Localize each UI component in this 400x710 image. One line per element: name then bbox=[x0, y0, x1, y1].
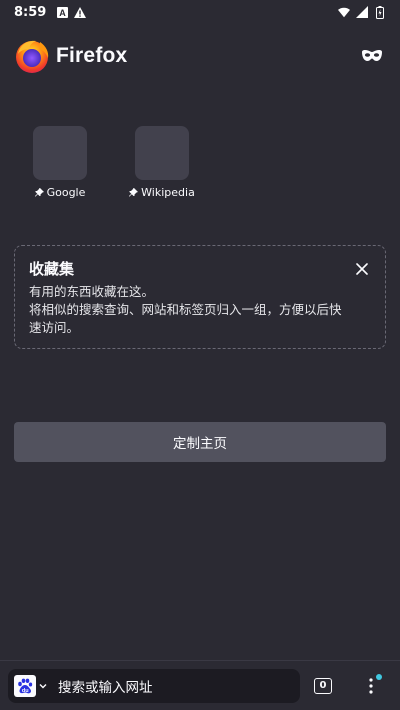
url-placeholder[interactable]: 搜索或输入网址 bbox=[58, 676, 153, 696]
svg-text:du: du bbox=[22, 687, 29, 693]
pin-icon bbox=[34, 188, 44, 197]
status-bar: 8:59 A bbox=[0, 0, 400, 24]
chevron-down-icon[interactable] bbox=[38, 681, 48, 691]
app-name: Firefox bbox=[56, 44, 128, 67]
customize-homepage-button[interactable]: 定制主页 bbox=[14, 422, 386, 462]
firefox-logo-icon bbox=[14, 38, 50, 74]
top-site-name: Google bbox=[46, 186, 86, 199]
bottom-toolbar: du 搜索或输入网址 0 bbox=[0, 660, 400, 710]
top-site-tile[interactable] bbox=[135, 126, 189, 180]
private-browsing-mask-icon bbox=[362, 50, 382, 61]
pin-icon bbox=[129, 188, 139, 197]
top-site-google[interactable]: Google bbox=[24, 126, 96, 199]
top-sites: Google Wikipedia bbox=[24, 126, 198, 199]
svg-text:A: A bbox=[59, 8, 66, 18]
collections-placeholder-card: 收藏集 有用的东西收藏在这。 将相似的搜索查询、网站和标签页归入一组，方便以后快… bbox=[14, 245, 386, 349]
signal-icon bbox=[356, 6, 368, 18]
top-site-wikipedia[interactable]: Wikipedia bbox=[126, 126, 198, 199]
battery-icon bbox=[374, 5, 386, 19]
top-site-label: Google bbox=[34, 186, 86, 199]
top-site-label: Wikipedia bbox=[129, 186, 195, 199]
collections-title: 收藏集 bbox=[29, 260, 75, 278]
status-time: 8:59 bbox=[14, 4, 47, 20]
home-header: Firefox bbox=[14, 36, 386, 76]
collections-description: 有用的东西收藏在这。 将相似的搜索查询、网站和标签页归入一组，方便以后快速访问。 bbox=[29, 284, 342, 335]
private-browsing-button[interactable] bbox=[358, 42, 386, 70]
tab-counter-button[interactable]: 0 bbox=[314, 677, 332, 694]
url-bar[interactable]: du 搜索或输入网址 bbox=[8, 668, 300, 703]
close-icon bbox=[356, 263, 368, 275]
a-notification-icon: A bbox=[56, 6, 68, 18]
warning-icon bbox=[74, 6, 87, 18]
notification-badge bbox=[376, 673, 382, 680]
top-site-name: Wikipedia bbox=[141, 186, 195, 199]
menu-button[interactable] bbox=[362, 673, 382, 698]
collections-close-button[interactable] bbox=[353, 260, 371, 278]
baidu-icon[interactable]: du bbox=[14, 674, 36, 697]
more-vertical-icon bbox=[369, 677, 373, 694]
wifi-icon bbox=[338, 6, 350, 18]
top-site-tile[interactable] bbox=[33, 126, 87, 180]
